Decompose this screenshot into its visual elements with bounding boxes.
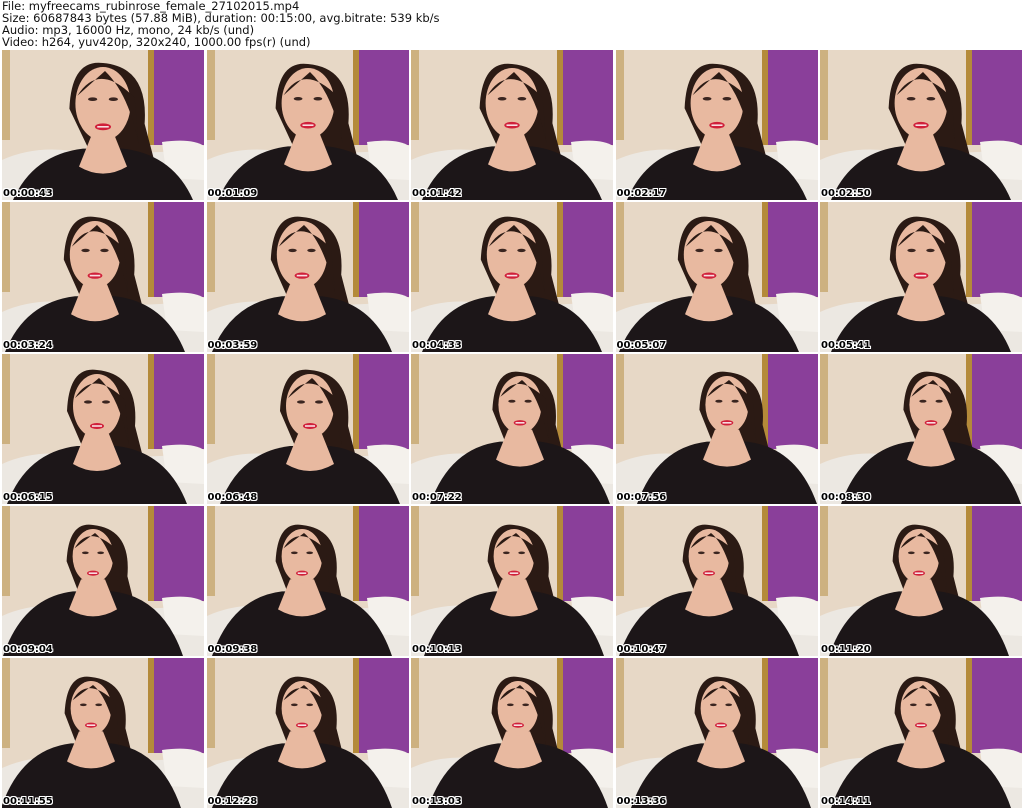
thumbnail-timestamp: 00:08:30 [821, 492, 871, 503]
webcam-frame-image [615, 658, 818, 808]
thumbnail-timestamp: 00:06:48 [207, 492, 258, 503]
webcam-frame-image [411, 354, 613, 504]
webcam-frame-image [206, 202, 409, 352]
webcam-frame-image [2, 506, 204, 656]
thumbnail-18: 00:10:13 [411, 506, 613, 656]
webcam-frame-image [615, 50, 818, 200]
thumbnail-3: 00:01:42 [411, 50, 613, 200]
thumbnail-14: 00:07:56 [615, 354, 818, 504]
webcam-frame-image [2, 658, 204, 808]
thumbnail-16: 00:09:04 [2, 506, 204, 656]
thumbnail-timestamp: 00:05:41 [821, 340, 871, 351]
thumbnail-timestamp: 00:13:36 [616, 796, 667, 807]
webcam-frame-image [820, 50, 1022, 200]
thumbnail-25: 00:14:11 [820, 658, 1022, 808]
thumbnail-7: 00:03:59 [206, 202, 409, 352]
webcam-frame-image [615, 354, 818, 504]
thumbnail-timestamp: 00:02:50 [821, 188, 871, 199]
thumbnail-timestamp: 00:01:09 [207, 188, 258, 199]
thumbnail-timestamp: 00:12:28 [207, 796, 258, 807]
thumbnail-timestamp: 00:04:33 [412, 340, 462, 351]
webcam-frame-image [206, 658, 409, 808]
thumbnail-9: 00:05:07 [615, 202, 818, 352]
thumbnail-timestamp: 00:00:43 [3, 188, 53, 199]
webcam-frame-image [206, 354, 409, 504]
thumbnail-5: 00:02:50 [820, 50, 1022, 200]
webcam-frame-image [820, 506, 1022, 656]
webcam-frame-image [820, 354, 1022, 504]
thumbnail-23: 00:13:03 [411, 658, 613, 808]
webcam-frame-image [411, 506, 613, 656]
thumbnail-24: 00:13:36 [615, 658, 818, 808]
thumbnail-2: 00:01:09 [206, 50, 409, 200]
webcam-frame-image [206, 506, 409, 656]
webcam-frame-image [615, 506, 818, 656]
webcam-frame-image [615, 202, 818, 352]
thumbnail-21: 00:11:55 [2, 658, 204, 808]
thumbnail-timestamp: 00:07:22 [412, 492, 462, 503]
thumbnail-timestamp: 00:10:13 [412, 644, 462, 655]
webcam-frame-image [2, 354, 204, 504]
thumbnail-timestamp: 00:11:55 [3, 796, 53, 807]
thumbnail-6: 00:03:24 [2, 202, 204, 352]
thumbnail-timestamp: 00:13:03 [412, 796, 462, 807]
thumbnail-12: 00:06:48 [206, 354, 409, 504]
video-info-line: Video: h264, yuv420p, 320x240, 1000.00 f… [2, 35, 311, 49]
webcam-frame-image [206, 50, 409, 200]
thumbnail-22: 00:12:28 [206, 658, 409, 808]
thumbnail-timestamp: 00:05:07 [616, 340, 667, 351]
thumbnail-timestamp: 00:02:17 [616, 188, 667, 199]
webcam-frame-image [411, 658, 613, 808]
thumbnail-timestamp: 00:03:59 [207, 340, 258, 351]
thumbnail-8: 00:04:33 [411, 202, 613, 352]
thumbnail-timestamp: 00:10:47 [616, 644, 667, 655]
webcam-frame-image [2, 50, 204, 200]
thumbnail-timestamp: 00:11:20 [821, 644, 871, 655]
thumbnail-timestamp: 00:06:15 [3, 492, 53, 503]
thumbnail-1: 00:00:43 [2, 50, 204, 200]
thumbnail-timestamp: 00:03:24 [3, 340, 53, 351]
thumbnail-timestamp: 00:09:38 [207, 644, 258, 655]
webcam-frame-image [820, 202, 1022, 352]
thumbnail-timestamp: 00:01:42 [412, 188, 462, 199]
contact-sheet-header: File: myfreecams_rubinrose_female_271020… [2, 0, 1022, 50]
thumbnail-17: 00:09:38 [206, 506, 409, 656]
webcam-frame-image [411, 202, 613, 352]
thumbnail-13: 00:07:22 [411, 354, 613, 504]
webcam-frame-image [820, 658, 1022, 808]
thumbnail-20: 00:11:20 [820, 506, 1022, 656]
thumbnail-10: 00:05:41 [820, 202, 1022, 352]
thumbnail-timestamp: 00:14:11 [821, 796, 871, 807]
thumbnail-grid: 00:00:43 00:01:09 00:01:42 00:02:17 00:02:50… [2, 50, 1022, 809]
thumbnail-timestamp: 00:09:04 [3, 644, 53, 655]
thumbnail-4: 00:02:17 [615, 50, 818, 200]
webcam-frame-image [411, 50, 613, 200]
thumbnail-19: 00:10:47 [615, 506, 818, 656]
thumbnail-15: 00:08:30 [820, 354, 1022, 504]
thumbnail-timestamp: 00:07:56 [616, 492, 667, 503]
thumbnail-11: 00:06:15 [2, 354, 204, 504]
webcam-frame-image [2, 202, 204, 352]
